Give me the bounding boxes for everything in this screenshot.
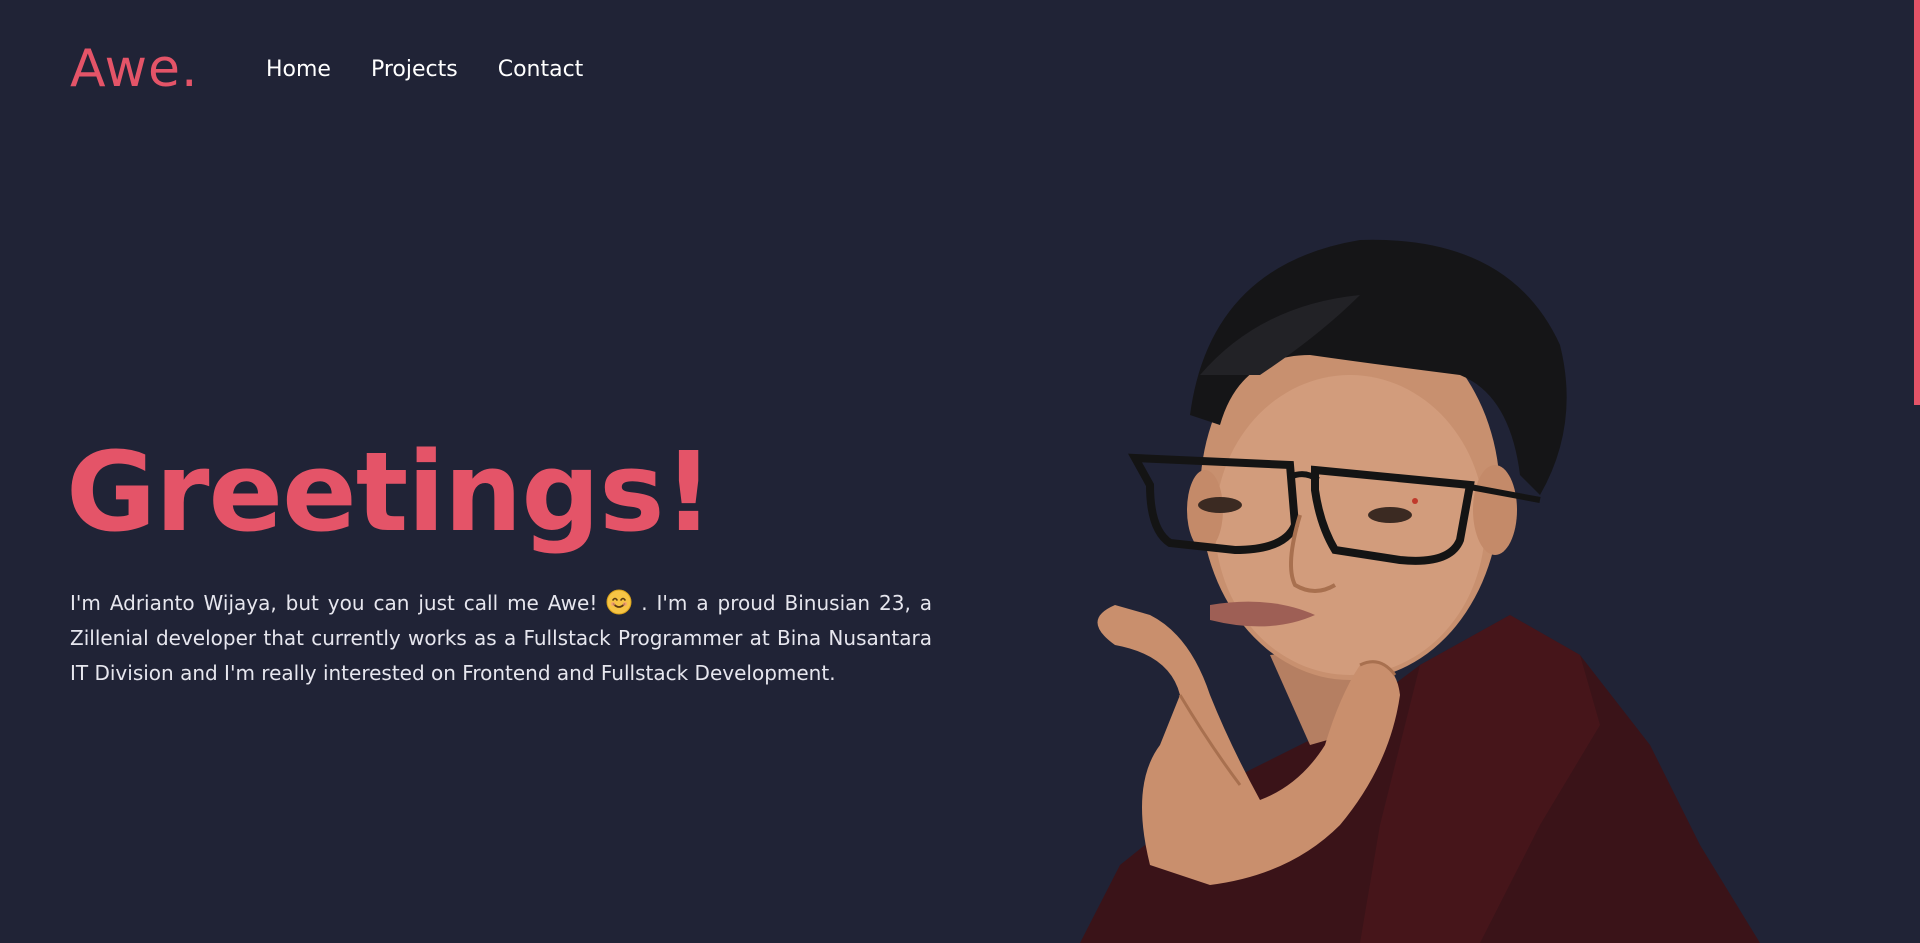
page: Awe. Home Projects Contact Greetings! I'… <box>0 0 1920 943</box>
nav-contact-link[interactable]: Contact <box>498 55 584 85</box>
smiling-face-emoji-icon <box>606 589 632 615</box>
hero-title: Greetings! <box>66 428 714 556</box>
site-logo[interactable]: Awe. <box>70 34 199 104</box>
nav-home-link[interactable]: Home <box>266 55 331 85</box>
hero-intro-part-1: I'm Adrianto Wijaya, but you can just ca… <box>70 591 598 615</box>
portrait-photo-icon <box>1080 239 1760 943</box>
main-nav: Home Projects Contact <box>266 55 583 85</box>
nav-projects-link[interactable]: Projects <box>371 55 458 85</box>
hero-intro: I'm Adrianto Wijaya, but you can just ca… <box>70 586 932 691</box>
scroll-progress-indicator <box>1914 0 1920 405</box>
